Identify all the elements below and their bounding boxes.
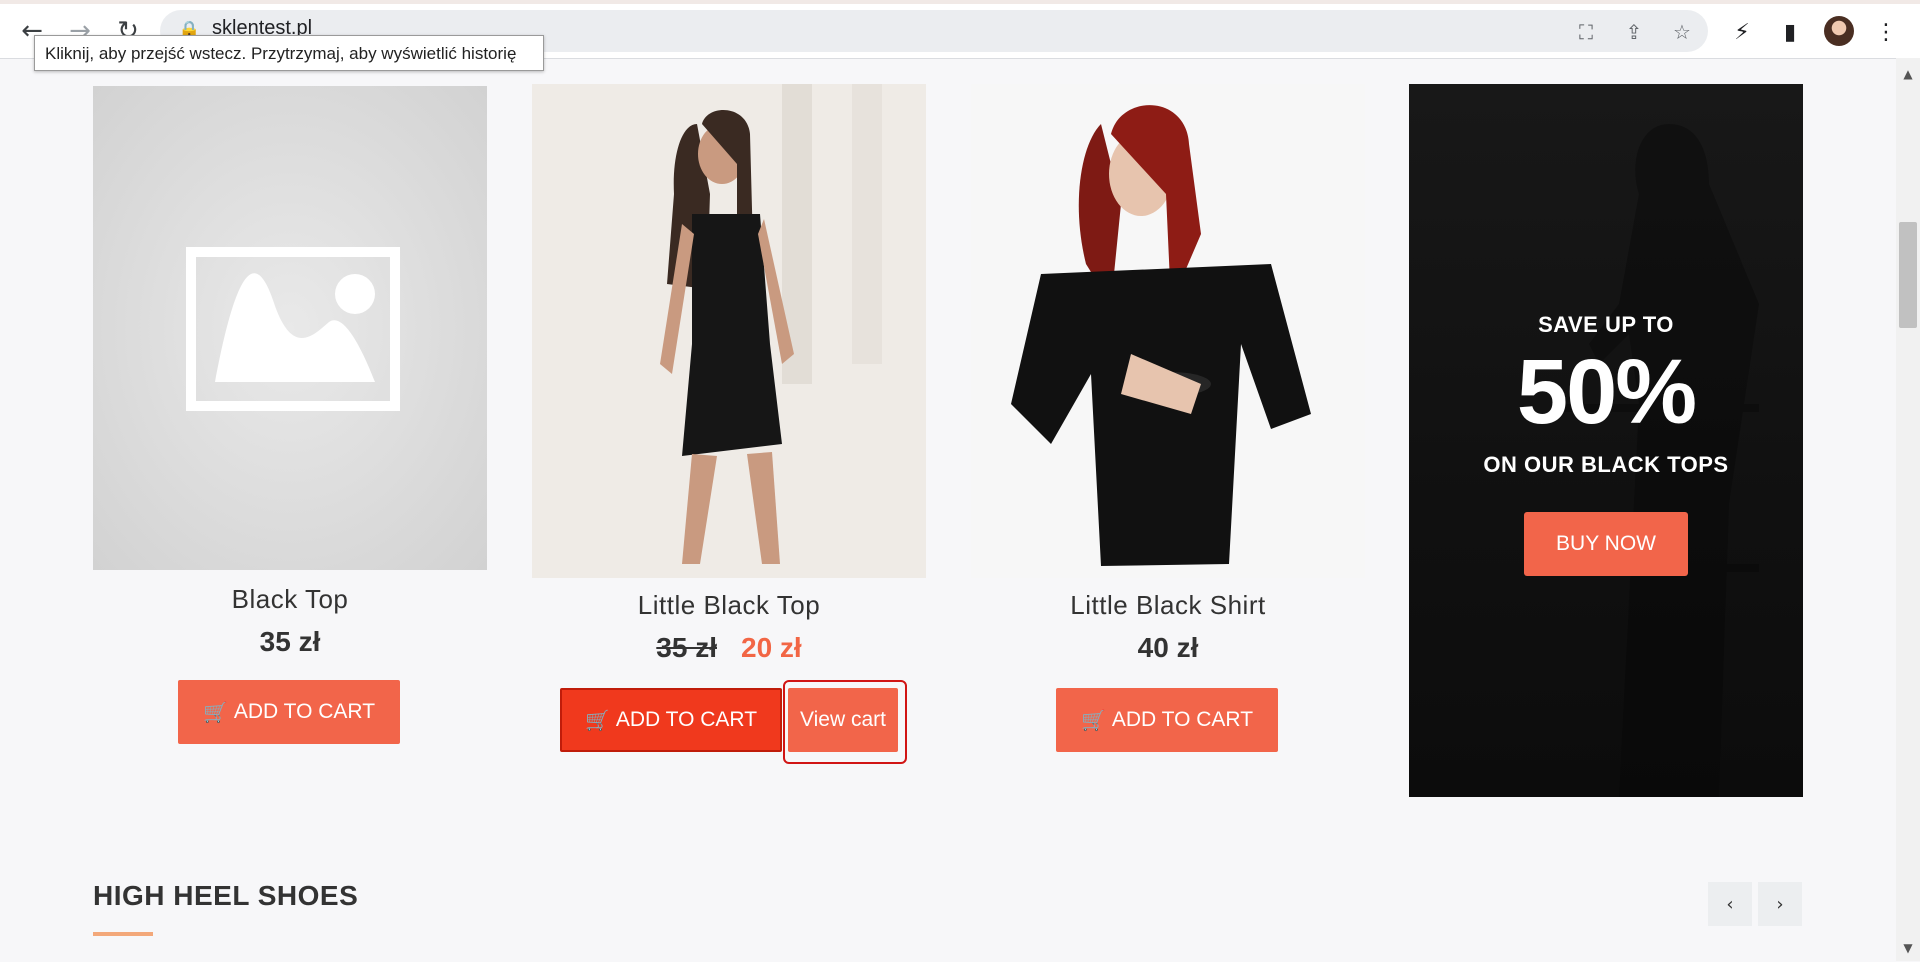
add-to-cart-label: ADD TO CART	[615, 708, 758, 731]
page-scrollbar[interactable]	[1896, 58, 1920, 961]
product-image-placeholder[interactable]	[93, 86, 487, 570]
promo-line1: SAVE UP TO	[1538, 312, 1674, 337]
add-to-cart-button[interactable]: 🛒 ADD TO CART	[178, 680, 400, 744]
promo-banner[interactable]: SAVE UP TO 50% ON OUR BLACK TOPS BUY NOW	[1409, 84, 1803, 797]
scroll-up-arrow-icon[interactable]: ▲	[1896, 60, 1920, 88]
extension-icon[interactable]: ⚡	[1726, 16, 1758, 48]
product-name[interactable]: Black Top	[93, 584, 487, 615]
scroll-down-arrow-icon[interactable]: ▼	[1896, 934, 1920, 962]
menu-kebab-icon[interactable]: ⋮	[1870, 16, 1902, 48]
profile-avatar[interactable]	[1824, 16, 1854, 46]
translate-icon[interactable]: ⛶	[1572, 18, 1600, 46]
cart-icon: 🛒	[202, 700, 228, 724]
chevron-right-icon: ›	[1776, 893, 1784, 915]
section-underline	[93, 932, 153, 936]
chevron-left-icon: ‹	[1726, 893, 1734, 915]
side-panel-icon[interactable]: ▮	[1774, 16, 1806, 48]
add-to-cart-button[interactable]: 🛒 ADD TO CART	[560, 688, 782, 752]
image-placeholder-icon	[186, 247, 400, 411]
back-tooltip: Kliknij, aby przejść wstecz. Przytrzymaj…	[34, 35, 544, 71]
add-to-cart-button[interactable]: 🛒 ADD TO CART	[1056, 688, 1278, 752]
add-to-cart-label: ADD TO CART	[1111, 708, 1254, 731]
share-icon[interactable]: ⇪	[1620, 18, 1648, 46]
price-block: 35 zł 20 zł	[532, 632, 926, 664]
cart-icon: 🛒	[584, 708, 610, 732]
woman-in-black-dress-photo	[532, 84, 926, 578]
promo-line2: ON OUR BLACK TOPS	[1483, 452, 1729, 477]
scroll-thumb[interactable]	[1899, 222, 1917, 328]
buy-now-button[interactable]: BUY NOW	[1524, 512, 1688, 576]
old-price: 35 zł	[656, 632, 717, 663]
promo-percent: 50%	[1516, 341, 1697, 443]
section-title: HIGH HEEL SHOES	[93, 880, 359, 911]
bookmark-star-icon[interactable]: ☆	[1668, 18, 1696, 46]
woman-in-black-shirt-photo	[971, 84, 1365, 578]
silhouette-photo	[1559, 124, 1759, 797]
carousel-next-button[interactable]: ›	[1758, 882, 1802, 926]
product-image[interactable]	[532, 84, 926, 578]
sale-price: 20 zł	[741, 632, 802, 663]
product-name[interactable]: Little Black Top	[532, 590, 926, 621]
view-cart-button[interactable]: View cart	[788, 688, 898, 752]
product-name[interactable]: Little Black Shirt	[971, 590, 1365, 621]
product-price: 35 zł	[259, 626, 321, 657]
tab-strip	[0, 0, 1920, 4]
product-image[interactable]	[971, 84, 1365, 578]
add-to-cart-label: ADD TO CART	[233, 700, 376, 723]
cart-icon: 🛒	[1080, 708, 1106, 732]
product-price: 40 zł	[1137, 632, 1199, 663]
carousel-prev-button[interactable]: ‹	[1708, 882, 1752, 926]
